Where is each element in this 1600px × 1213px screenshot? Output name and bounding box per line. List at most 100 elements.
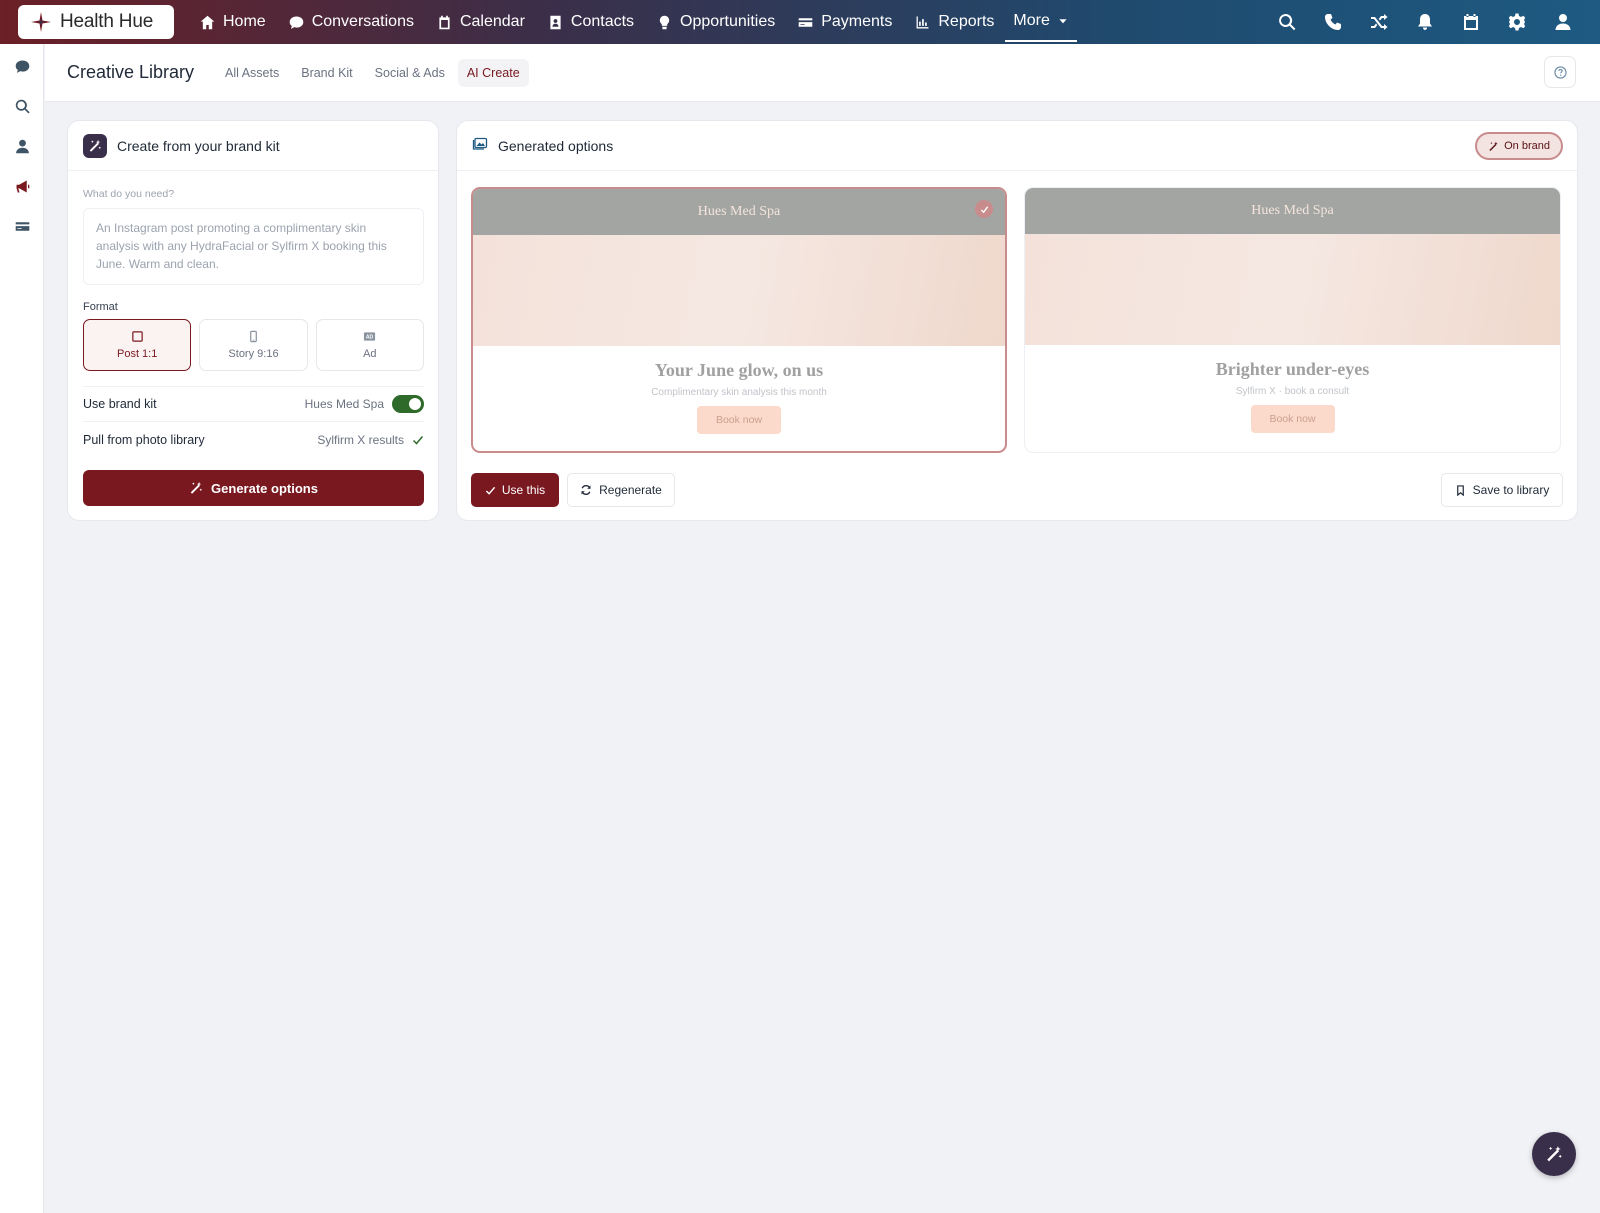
rail-search[interactable]: [0, 86, 44, 126]
generate-options-label: Generate options: [211, 480, 318, 496]
selected-check-icon: [975, 200, 993, 218]
refresh-icon: [581, 485, 591, 495]
on-brand-label: On brand: [1504, 140, 1550, 152]
nav-opportunities[interactable]: Opportunities: [645, 0, 786, 44]
search-button[interactable]: [1264, 0, 1310, 44]
magic-wand-badge: [83, 133, 107, 158]
chat-icon: [15, 60, 29, 73]
regenerate-label: Regenerate: [599, 483, 662, 497]
contacts-icon: [550, 15, 561, 29]
prompt-label: What do you need?: [83, 188, 175, 200]
format-post-button[interactable]: Post 1:1: [83, 319, 192, 371]
page-title: Creative Library: [67, 62, 195, 82]
option-card-1[interactable]: Hues Med Spa Your June glow, on us Compl…: [471, 187, 1007, 453]
tab-brand-kit[interactable]: Brand Kit: [292, 59, 361, 87]
svg-text:AD: AD: [366, 335, 374, 341]
format-ad-button[interactable]: AD Ad: [315, 319, 424, 371]
nav-label: Conversations: [311, 13, 414, 30]
calendar-icon: [439, 15, 450, 29]
notifications-button[interactable]: [1402, 0, 1448, 44]
use-this-button[interactable]: Use this: [471, 473, 559, 507]
brand-kit-label: Use brand kit: [83, 397, 157, 411]
tab-social-ads[interactable]: Social & Ads: [366, 59, 454, 87]
create-panel: Create from your brand kit What do you n…: [67, 120, 439, 521]
nav-payments[interactable]: Payments: [786, 0, 903, 44]
option-subline: Complimentary skin analysis this month: [651, 387, 827, 398]
photo-library-value: Sylfirm X results: [317, 433, 404, 447]
square-icon: [131, 331, 143, 342]
format-options: Post 1:1 Story 9:16 AD Ad: [83, 319, 424, 371]
option-hero-image: [473, 235, 1005, 346]
nav-label: Contacts: [570, 13, 635, 30]
calendar-button[interactable]: [1448, 0, 1494, 44]
nav-reports[interactable]: Reports: [903, 0, 1005, 44]
generated-options-panel: Generated options On brand Hues Med Spa …: [456, 120, 1578, 521]
format-label-text: Ad: [363, 348, 377, 360]
lightbulb-icon: [659, 15, 670, 29]
shuffle-button[interactable]: [1356, 0, 1402, 44]
magic-wand-icon: [89, 139, 102, 152]
app-logo[interactable]: Health Hue: [18, 5, 174, 39]
photo-library-label: Pull from photo library: [83, 433, 205, 447]
nav-more[interactable]: More: [1005, 2, 1077, 42]
help-button[interactable]: [1544, 56, 1576, 88]
format-story-button[interactable]: Story 9:16: [199, 319, 308, 371]
profile-button[interactable]: [1540, 0, 1586, 44]
calendar-icon: [1464, 14, 1478, 30]
nav-label: Payments: [821, 13, 893, 30]
rail-conversations[interactable]: [0, 46, 44, 86]
logo-text: Health Hue: [60, 11, 154, 32]
prompt-textarea[interactable]: An Instagram post promoting a compliment…: [83, 208, 424, 285]
option-brand-band: Hues Med Spa: [473, 189, 1005, 235]
nav-label: Home: [223, 13, 266, 30]
health-hue-logo-icon: [31, 12, 51, 32]
brand-kit-value: Hues Med Spa: [304, 397, 384, 411]
brand-kit-toggle[interactable]: [392, 395, 424, 413]
images-icon: [472, 135, 488, 156]
chevron-down-icon: [1059, 19, 1067, 24]
left-rail: [0, 44, 44, 1213]
create-panel-title: Create from your brand kit: [117, 137, 280, 154]
nav-calendar[interactable]: Calendar: [425, 0, 536, 44]
help-icon: [1553, 65, 1567, 79]
nav-label: Calendar: [459, 13, 525, 30]
card-icon: [15, 221, 29, 231]
nav-contacts[interactable]: Contacts: [536, 0, 645, 44]
gear-icon: [1508, 13, 1526, 31]
rail-contacts[interactable]: [0, 126, 44, 166]
bar-chart-icon: [916, 16, 929, 28]
settings-button[interactable]: [1494, 0, 1540, 44]
format-label-text: Story 9:16: [228, 348, 279, 360]
check-icon: [412, 436, 424, 445]
ai-assistant-fab[interactable]: [1532, 1132, 1576, 1176]
use-this-label: Use this: [501, 483, 546, 497]
top-actions: [1264, 0, 1586, 44]
rail-payments[interactable]: [0, 206, 44, 246]
option-cta: Book now: [697, 406, 781, 434]
generate-options-button[interactable]: Generate options: [83, 470, 424, 506]
photo-library-row: Pull from photo library Sylfirm X result…: [83, 422, 424, 458]
photo-library-selector[interactable]: Sylfirm X results: [317, 433, 424, 447]
option-subline: Sylfirm X · book a consult: [1235, 386, 1350, 397]
nav-home[interactable]: Home: [188, 0, 277, 44]
phone-portrait-icon: [250, 330, 257, 343]
create-panel-header: Create from your brand kit: [68, 121, 438, 171]
option-brand-band: Hues Med Spa: [1025, 188, 1560, 234]
bookmark-icon: [1456, 484, 1464, 496]
regenerate-button[interactable]: Regenerate: [567, 473, 675, 507]
tab-ai-create[interactable]: AI Create: [457, 58, 529, 87]
option-cta: Book now: [1250, 405, 1335, 433]
check-icon: [485, 486, 495, 495]
option-headline: Your June glow, on us: [654, 360, 824, 380]
option-card-2[interactable]: Hues Med Spa Brighter under-eyes Sylfirm…: [1024, 187, 1561, 453]
save-to-library-button[interactable]: Save to library: [1441, 473, 1563, 507]
tab-all-assets[interactable]: All Assets: [216, 59, 288, 87]
phone-button[interactable]: [1310, 0, 1356, 44]
option-hero-image: [1025, 234, 1560, 345]
format-label: Format: [83, 301, 118, 313]
chat-icon: [289, 16, 303, 29]
nav-conversations[interactable]: Conversations: [277, 0, 425, 44]
rail-marketing[interactable]: [0, 166, 44, 206]
on-brand-badge: On brand: [1475, 132, 1563, 160]
brand-kit-row: Use brand kit Hues Med Spa: [83, 386, 424, 422]
